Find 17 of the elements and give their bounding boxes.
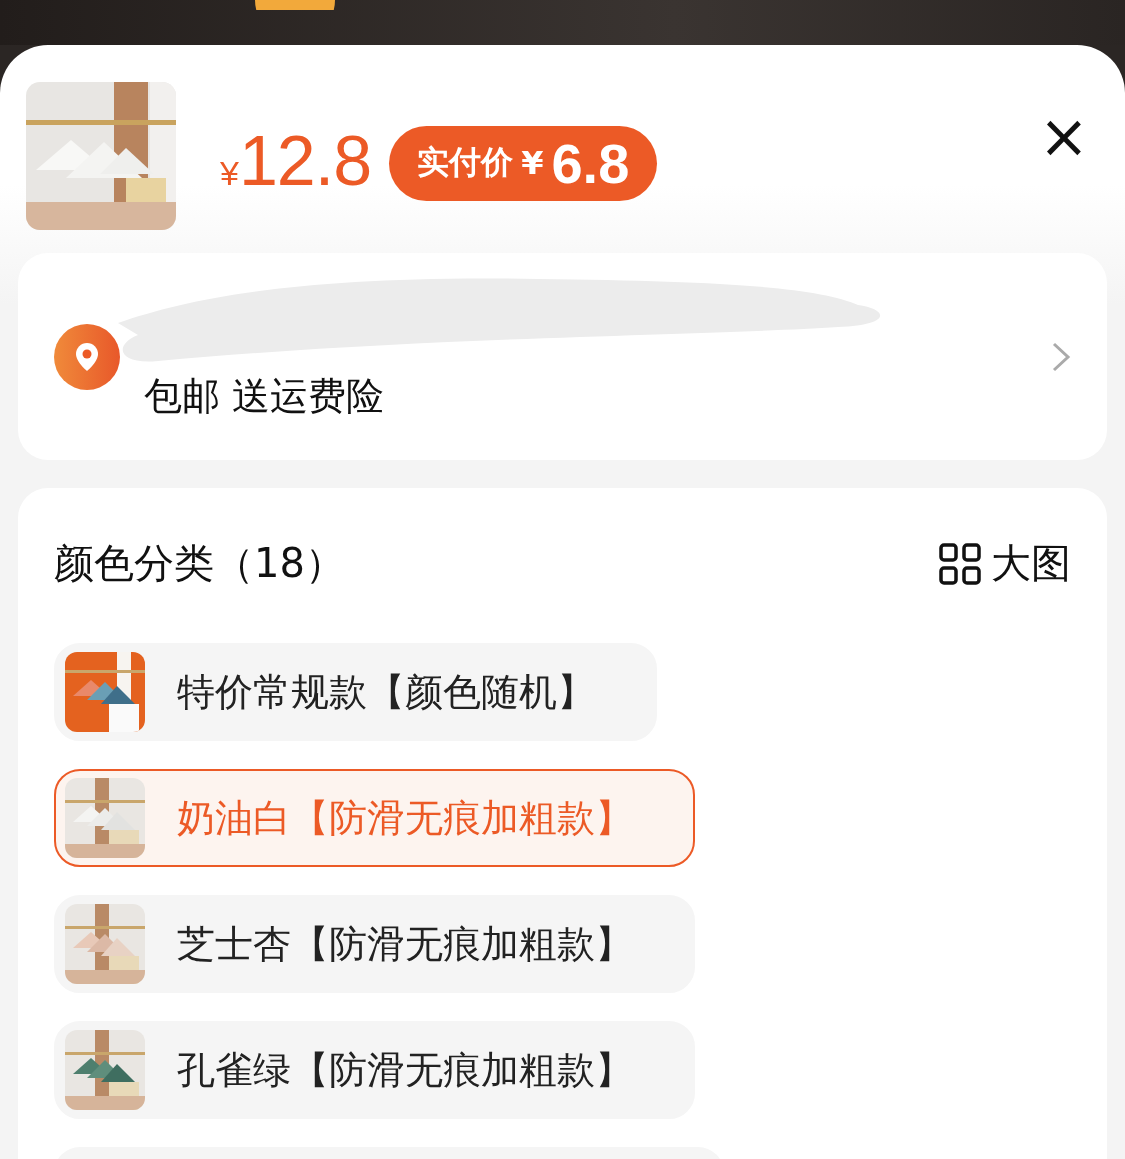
banner-icon <box>255 0 335 10</box>
option-chip[interactable]: 特价常规款【颜色随机】 <box>54 643 657 741</box>
address-card[interactable]: 包邮 送运费险 <box>18 253 1107 460</box>
grid-icon <box>939 542 981 585</box>
location-pin-icon <box>54 323 120 390</box>
product-price: 12.8 <box>238 121 372 201</box>
shipping-info: 包邮 送运费险 <box>144 373 385 420</box>
large-image-toggle[interactable]: 大图 <box>939 536 1071 591</box>
close-button[interactable]: × <box>1038 106 1089 166</box>
option-chip[interactable]: 孔雀绿【防滑无痕加粗款】 <box>54 1021 695 1119</box>
final-price-label: 实付价 <box>417 142 514 183</box>
chevron-right-icon <box>1051 340 1071 373</box>
option-chip[interactable]: 芝士杏【防滑无痕加粗款】 <box>54 895 695 993</box>
currency-symbol: ¥ <box>220 154 239 193</box>
section-title: 颜色分类（18） <box>54 539 345 588</box>
currency-symbol: ¥ <box>521 144 544 182</box>
final-price: 6.8 <box>551 130 630 196</box>
